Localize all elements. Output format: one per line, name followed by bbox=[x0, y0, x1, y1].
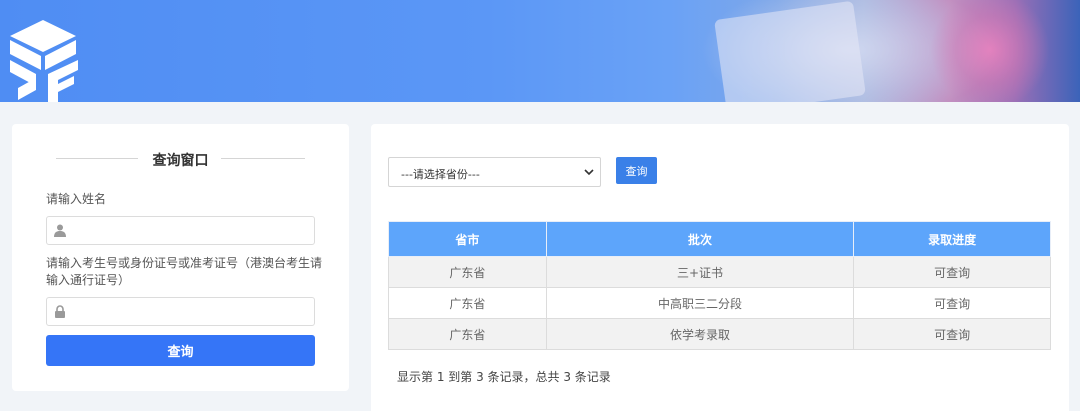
cell-progress: 可查询 bbox=[853, 287, 1051, 319]
name-input[interactable] bbox=[73, 217, 311, 244]
banner-decoration bbox=[930, 0, 1050, 102]
cell-province: 广东省 bbox=[388, 256, 547, 288]
id-field-container bbox=[46, 297, 315, 326]
pagination-info: 显示第 1 到第 3 条记录，总共 3 条记录 bbox=[397, 370, 611, 384]
table-header-row: 省市 批次 录取进度 bbox=[388, 221, 1051, 257]
column-header-province[interactable]: 省市 bbox=[388, 221, 547, 257]
cell-batch: 依学考录取 bbox=[545, 318, 855, 350]
query-window-panel: 查询窗口 请输入姓名 请输入考生号或身份证号或准考证号（港澳台考生请输入通行证号… bbox=[12, 124, 349, 391]
cell-batch: 三+证书 bbox=[545, 256, 855, 288]
chevron-down-icon bbox=[584, 169, 594, 176]
header-banner bbox=[0, 0, 1080, 102]
query-window-title: 查询窗口 bbox=[152, 153, 209, 169]
name-label: 请输入姓名 bbox=[46, 192, 107, 206]
province-query-button[interactable]: 查询 bbox=[616, 157, 657, 184]
id-label: 请输入考生号或身份证号或准考证号（港澳台考生请输入通行证号） bbox=[46, 256, 323, 287]
id-number-input[interactable] bbox=[73, 298, 311, 325]
cell-progress: 可查询 bbox=[853, 318, 1051, 350]
province-select[interactable]: ---请选择省份--- bbox=[388, 157, 601, 187]
results-table: 省市 批次 录取进度 广东省 三+证书 可查询 广东省 中高职三二分段 可查询 … bbox=[388, 221, 1051, 350]
province-select-value: ---请选择省份--- bbox=[401, 168, 480, 181]
lock-icon bbox=[55, 305, 65, 318]
column-header-progress[interactable]: 录取进度 bbox=[853, 221, 1051, 257]
submit-query-button[interactable]: 查询 bbox=[46, 335, 315, 366]
cell-batch: 中高职三二分段 bbox=[545, 287, 855, 319]
cell-province: 广东省 bbox=[388, 287, 547, 319]
table-row[interactable]: 广东省 依学考录取 可查询 bbox=[388, 318, 1051, 350]
site-logo bbox=[10, 20, 78, 102]
name-field-container bbox=[46, 216, 315, 245]
user-icon bbox=[54, 224, 66, 237]
table-row[interactable]: 广东省 三+证书 可查询 bbox=[388, 256, 1051, 288]
column-header-batch[interactable]: 批次 bbox=[545, 221, 855, 257]
divider bbox=[221, 158, 305, 159]
table-row[interactable]: 广东省 中高职三二分段 可查询 bbox=[388, 287, 1051, 319]
cell-progress: 可查询 bbox=[853, 256, 1051, 288]
results-panel: ---请选择省份--- 查询 省市 批次 录取进度 广东省 三+证书 可查询 广… bbox=[371, 124, 1069, 411]
banner-decoration bbox=[714, 0, 866, 102]
cell-province: 广东省 bbox=[388, 318, 547, 350]
